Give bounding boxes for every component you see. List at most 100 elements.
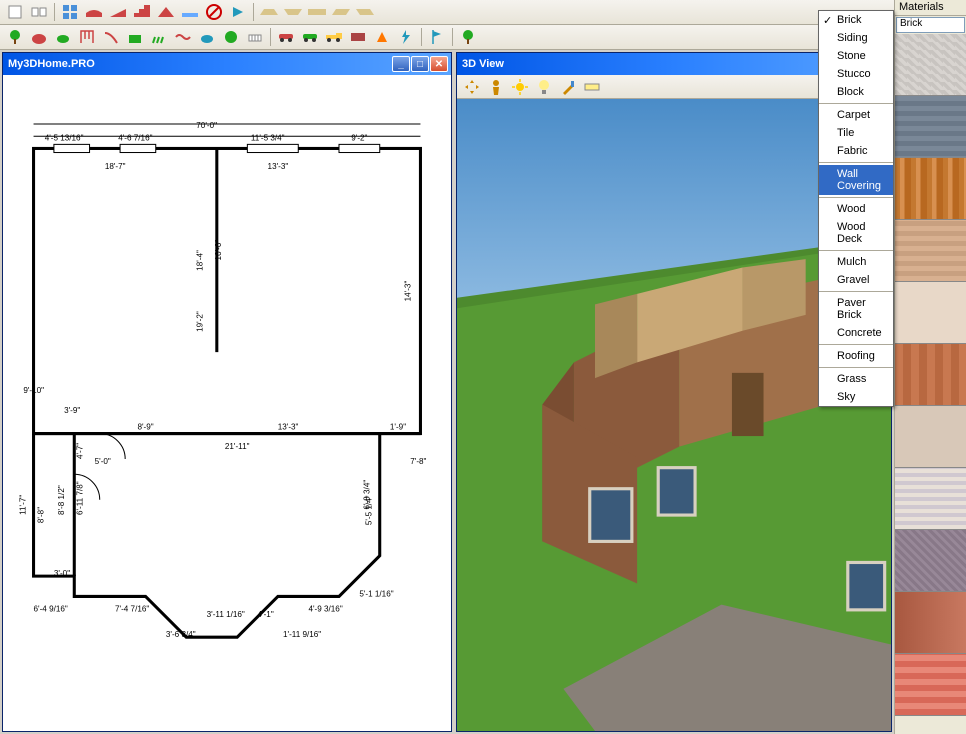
maximize-button[interactable]: □ (411, 56, 429, 72)
svg-text:3'-11 1/16": 3'-11 1/16" (207, 610, 245, 619)
sun-icon[interactable] (509, 77, 531, 97)
dropdown-item-grass[interactable]: Grass (819, 370, 893, 388)
pan-icon[interactable] (461, 77, 483, 97)
pond-icon[interactable] (196, 27, 218, 47)
slide-icon[interactable] (100, 27, 122, 47)
bush-icon[interactable] (28, 27, 50, 47)
shape-icon[interactable] (354, 2, 376, 22)
person-icon[interactable] (485, 77, 507, 97)
material-swatch[interactable] (895, 96, 966, 158)
dropdown-separator (819, 197, 893, 198)
dropdown-item-stone[interactable]: Stone (819, 47, 893, 65)
ruler-icon[interactable] (581, 77, 603, 97)
bulb-icon[interactable] (533, 77, 555, 97)
dropdown-separator (819, 103, 893, 104)
svg-text:4'-5 13/16": 4'-5 13/16" (45, 133, 84, 142)
car-icon[interactable] (275, 27, 297, 47)
svg-text:9'-10": 9'-10" (23, 386, 44, 395)
material-swatch[interactable] (895, 406, 966, 468)
no-entry-icon[interactable] (203, 2, 225, 22)
materials-panel: Materials Brick (894, 0, 966, 734)
dropdown-item-siding[interactable]: Siding (819, 29, 893, 47)
svg-text:8'-9": 8'-9" (137, 422, 153, 431)
dropdown-item-fabric[interactable]: Fabric (819, 142, 893, 160)
fence-icon[interactable] (148, 27, 170, 47)
svg-text:4'-1": 4'-1" (258, 610, 274, 619)
truck-icon[interactable] (323, 27, 345, 47)
wave-icon[interactable] (172, 27, 194, 47)
shape-icon[interactable] (330, 2, 352, 22)
dropdown-item-carpet[interactable]: Carpet (819, 106, 893, 124)
materials-dropdown: BrickSidingStoneStuccoBlock CarpetTileFab… (818, 10, 894, 407)
workspace: My3DHome.PRO _ □ ✕ (0, 50, 894, 734)
sandbox-icon[interactable] (124, 27, 146, 47)
dropdown-item-wall-covering[interactable]: Wall Covering (819, 165, 893, 195)
dropdown-item-wood-deck[interactable]: Wood Deck (819, 218, 893, 248)
svg-text:1'-9": 1'-9" (390, 422, 406, 431)
tool-btn[interactable] (4, 2, 26, 22)
stairs-icon[interactable] (131, 2, 153, 22)
minimize-button[interactable]: _ (392, 56, 410, 72)
material-swatch[interactable] (895, 530, 966, 592)
dropdown-item-brick[interactable]: Brick (819, 11, 893, 29)
dropdown-separator (819, 344, 893, 345)
tree2-icon[interactable] (457, 27, 479, 47)
svg-text:11'-7": 11'-7" (18, 495, 27, 515)
svg-text:8'-8": 8'-8" (37, 507, 46, 523)
material-swatch[interactable] (895, 344, 966, 406)
material-swatch[interactable] (895, 654, 966, 716)
tool-btn[interactable] (28, 2, 50, 22)
svg-text:9'-2": 9'-2" (351, 133, 367, 142)
material-swatch[interactable] (895, 468, 966, 530)
material-swatch[interactable] (895, 282, 966, 344)
material-swatch[interactable] (895, 34, 966, 96)
close-button[interactable]: ✕ (430, 56, 448, 72)
roof-icon[interactable] (155, 2, 177, 22)
svg-text:4'-7": 4'-7" (75, 443, 84, 459)
dropdown-separator (819, 162, 893, 163)
dropdown-item-roofing[interactable]: Roofing (819, 347, 893, 365)
swing-icon[interactable] (76, 27, 98, 47)
svg-text:5'-5 1/4": 5'-5 1/4" (365, 495, 374, 525)
slope-icon[interactable] (107, 2, 129, 22)
dropdown-item-block[interactable]: Block (819, 83, 893, 101)
materials-category-select[interactable]: Brick (896, 17, 965, 33)
plant-icon[interactable] (52, 27, 74, 47)
tree-icon[interactable] (4, 27, 26, 47)
dropdown-item-gravel[interactable]: Gravel (819, 271, 893, 289)
shape-icon[interactable] (258, 2, 280, 22)
svg-text:4'-9 3/16": 4'-9 3/16" (308, 605, 342, 614)
arrow-icon[interactable] (227, 2, 249, 22)
floor-icon[interactable] (179, 2, 201, 22)
dropdown-item-mulch[interactable]: Mulch (819, 253, 893, 271)
material-swatches (895, 34, 966, 734)
dropdown-item-paver-brick[interactable]: Paver Brick (819, 294, 893, 324)
dropdown-item-tile[interactable]: Tile (819, 124, 893, 142)
dropdown-item-wood[interactable]: Wood (819, 200, 893, 218)
bridge-icon[interactable] (83, 2, 105, 22)
shape-icon[interactable] (282, 2, 304, 22)
material-swatch[interactable] (895, 220, 966, 282)
floorplan-canvas[interactable]: 70'-0" 4'-5 13/16" 4'-6 7/16" 11'-5 3/4"… (3, 75, 451, 731)
car2-icon[interactable] (299, 27, 321, 47)
svg-text:19'-2": 19'-2" (196, 311, 205, 332)
dropdown-item-sky[interactable]: Sky (819, 388, 893, 406)
ball-icon[interactable] (220, 27, 242, 47)
dropdown-separator (819, 367, 893, 368)
material-swatch[interactable] (895, 592, 966, 654)
shape-icon[interactable] (306, 2, 328, 22)
brick-icon[interactable] (347, 27, 369, 47)
svg-text:14'-3": 14'-3" (403, 281, 412, 302)
dropdown-item-concrete[interactable]: Concrete (819, 324, 893, 342)
svg-text:5'-0": 5'-0" (95, 457, 111, 466)
grate-icon[interactable] (244, 27, 266, 47)
material-swatch[interactable] (895, 158, 966, 220)
brush-icon[interactable] (557, 77, 579, 97)
bolt-icon[interactable] (395, 27, 417, 47)
dropdown-item-stucco[interactable]: Stucco (819, 65, 893, 83)
grid-icon[interactable] (59, 2, 81, 22)
cone-icon[interactable] (371, 27, 393, 47)
titlebar-2d[interactable]: My3DHome.PRO _ □ ✕ (3, 53, 451, 75)
svg-text:18'-4": 18'-4" (196, 250, 205, 271)
flag-icon[interactable] (426, 27, 448, 47)
